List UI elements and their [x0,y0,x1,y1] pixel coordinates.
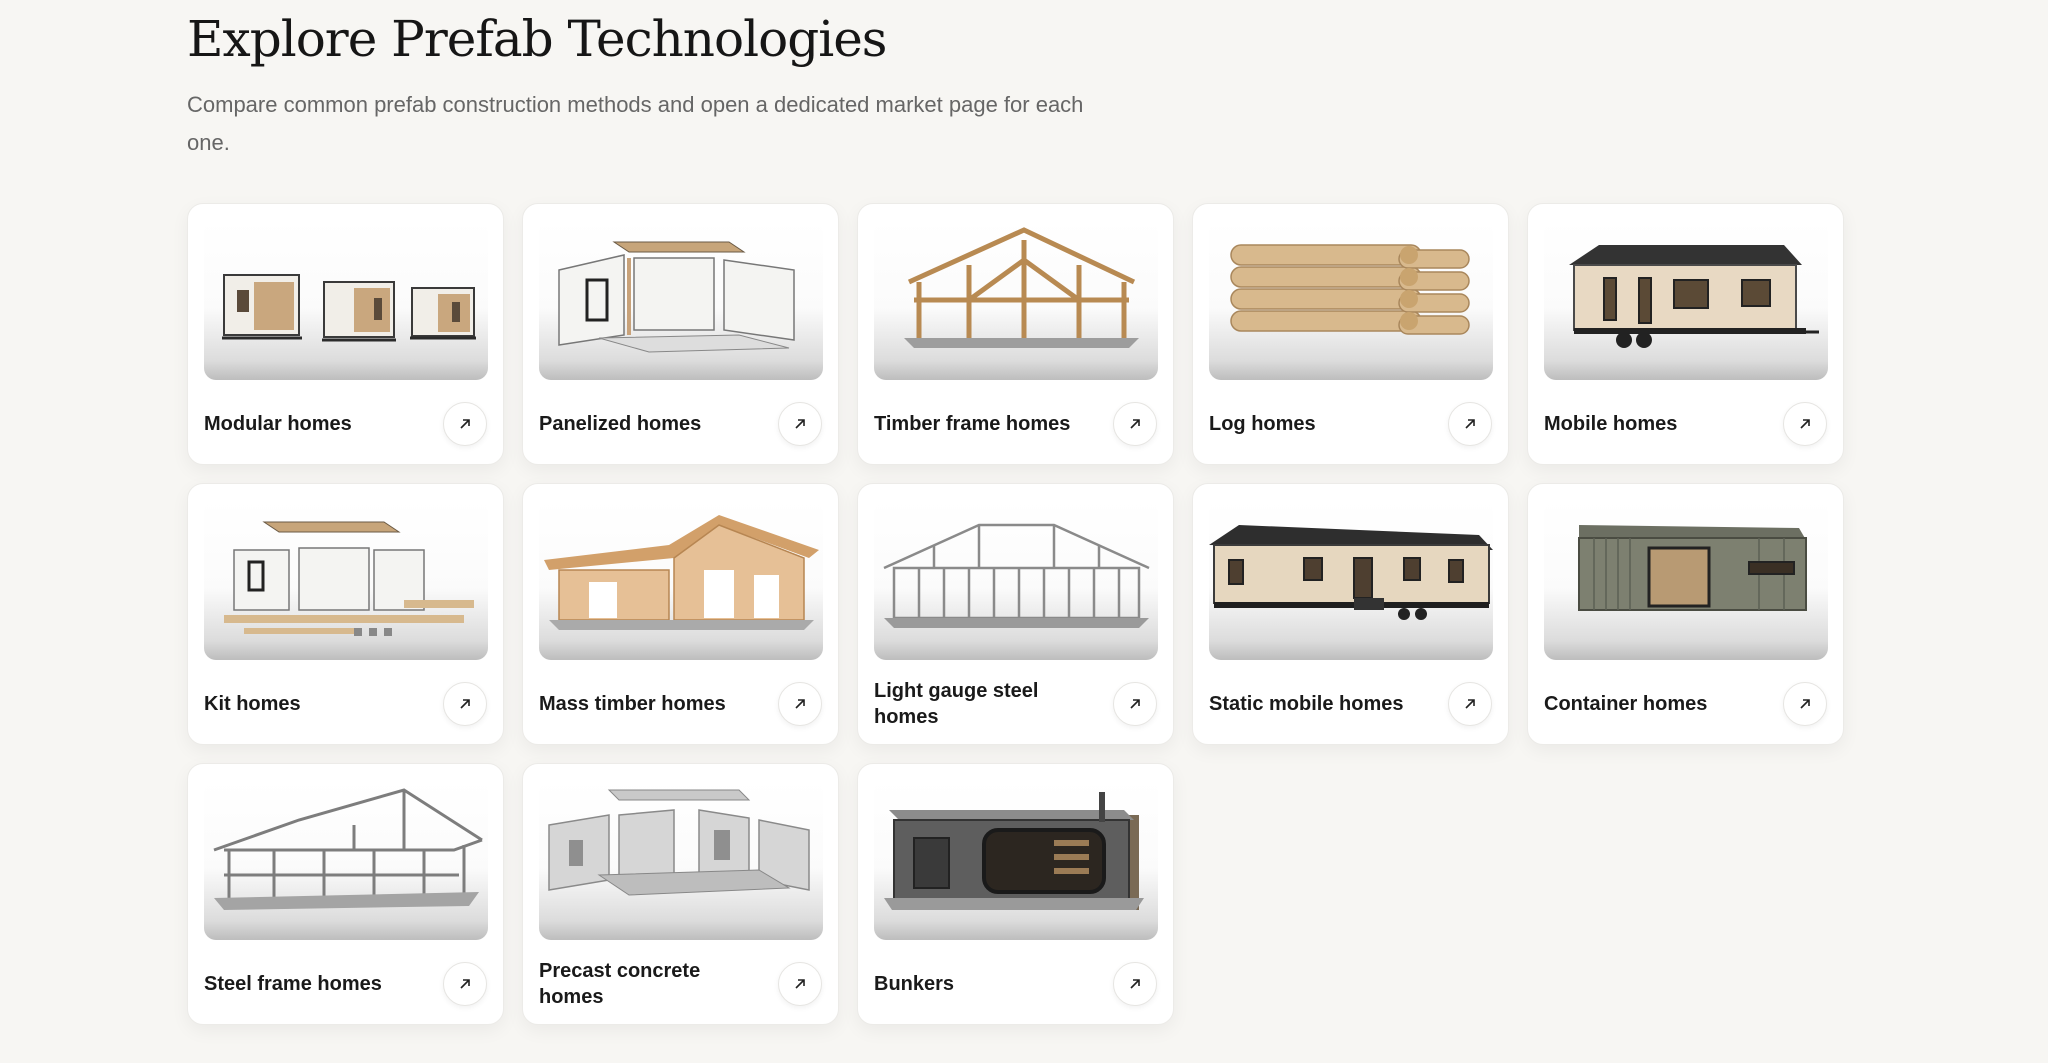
open-button[interactable] [1113,402,1157,446]
card-bunkers[interactable]: Bunkers [857,763,1174,1025]
mobile-homes-image [1544,220,1828,380]
arrow-up-right-icon [1800,699,1810,709]
precast-concrete-homes-image [539,780,823,940]
card-label: Mass timber homes [539,693,726,715]
arrow-up-right-icon [460,419,470,429]
open-button[interactable] [443,962,487,1006]
arrow-up-right-icon [795,419,805,429]
card-label: Static mobile homes [1209,693,1404,715]
card-label: Precast concrete homes [539,960,701,1008]
mass-timber-homes-image [539,500,823,660]
card-label: Container homes [1544,693,1708,715]
card-label: Kit homes [204,693,301,715]
bunkers-image [874,780,1158,940]
open-button[interactable] [443,682,487,726]
open-button[interactable] [778,402,822,446]
static-mobile-homes-image [1209,500,1493,660]
open-button[interactable] [443,402,487,446]
panelized-homes-image [539,220,823,380]
arrow-up-right-icon [795,979,805,989]
page-title: Explore Prefab Technologies [187,10,887,68]
arrow-up-right-icon [460,699,470,709]
card-label: Panelized homes [539,413,702,435]
card-precast-concrete-homes[interactable]: Precast concrete homes [522,763,839,1025]
open-button[interactable] [1448,402,1492,446]
arrow-up-right-icon [795,699,805,709]
page-subtitle: Compare common prefab construction metho… [187,92,1084,155]
arrow-up-right-icon [1465,419,1475,429]
steel-frame-homes-image [204,780,488,940]
light-gauge-steel-homes-image [874,500,1158,660]
timber-frame-homes-image [874,220,1158,380]
arrow-up-right-icon [1130,419,1140,429]
open-button[interactable] [1448,682,1492,726]
open-button[interactable] [778,962,822,1006]
arrow-up-right-icon [1465,699,1475,709]
arrow-up-right-icon [460,979,470,989]
card-static-mobile-homes[interactable]: Static mobile homes [1192,483,1509,745]
arrow-up-right-icon [1130,699,1140,709]
card-panelized-homes[interactable]: Panelized homes [522,203,839,465]
card-label: Log homes [1209,413,1316,435]
arrow-up-right-icon [1800,419,1810,429]
card-container-homes[interactable]: Container homes [1527,483,1844,745]
card-mass-timber-homes[interactable]: Mass timber homes [522,483,839,745]
card-label: Mobile homes [1544,413,1678,435]
technology-grid: Modular homes Panelized homes Timber fra… [187,203,1844,1025]
log-homes-image [1209,220,1493,380]
card-mobile-homes[interactable]: Mobile homes [1527,203,1844,465]
card-light-gauge-steel-homes[interactable]: Light gauge steel homes [857,483,1174,745]
card-steel-frame-homes[interactable]: Steel frame homes [187,763,504,1025]
kit-homes-image [204,500,488,660]
open-button[interactable] [1113,682,1157,726]
open-button[interactable] [1783,402,1827,446]
card-timber-frame-homes[interactable]: Timber frame homes [857,203,1174,465]
open-button[interactable] [1113,962,1157,1006]
arrow-up-right-icon [1130,979,1140,989]
card-modular-homes[interactable]: Modular homes [187,203,504,465]
container-homes-image [1544,500,1828,660]
card-label: Modular homes [204,413,352,435]
card-label: Timber frame homes [874,413,1071,435]
card-label: Light gauge steel homes [874,680,1039,728]
card-label: Bunkers [874,973,955,995]
card-label: Steel frame homes [204,973,382,995]
modular-homes-image [204,220,488,380]
open-button[interactable] [778,682,822,726]
card-kit-homes[interactable]: Kit homes [187,483,504,745]
open-button[interactable] [1783,682,1827,726]
card-log-homes[interactable]: Log homes [1192,203,1509,465]
